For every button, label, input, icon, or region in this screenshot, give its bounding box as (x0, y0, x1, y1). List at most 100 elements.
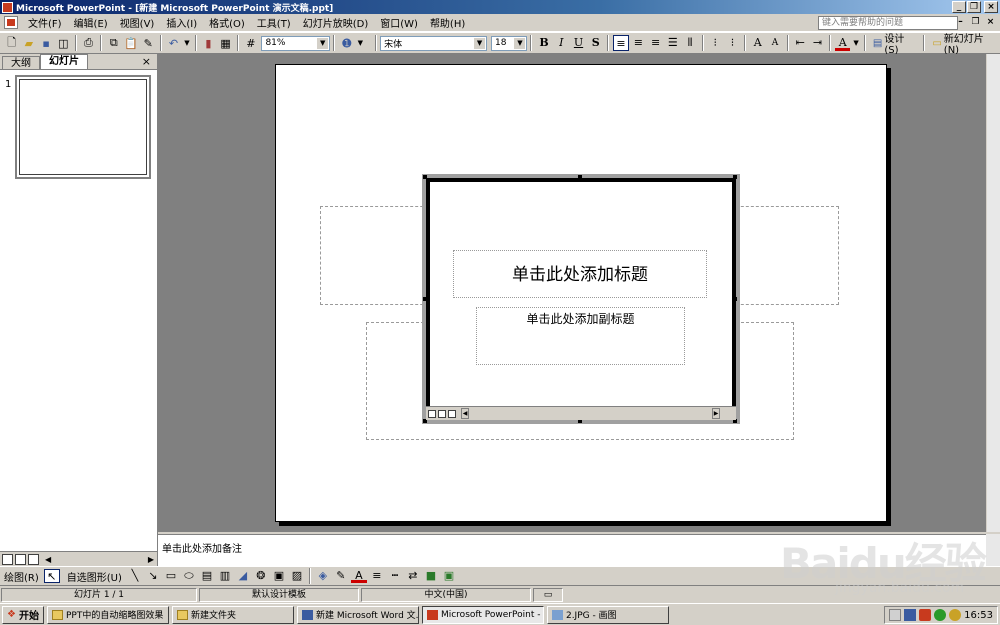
chevron-down-icon[interactable]: ▼ (474, 37, 486, 49)
menu-help[interactable]: 帮助(H) (424, 15, 471, 30)
align-left-icon[interactable]: ≡ (613, 35, 629, 51)
oval-icon[interactable]: ⬭ (181, 569, 197, 583)
menu-insert[interactable]: 插入(I) (160, 15, 203, 30)
resize-handle[interactable] (423, 175, 427, 179)
insert-table-icon[interactable]: ▦ (218, 35, 233, 51)
normal-view-icon[interactable] (428, 409, 436, 418)
diagram-icon[interactable]: ❂ (253, 569, 269, 583)
resize-handle[interactable] (733, 175, 737, 179)
numbering-icon[interactable]: ⁝ (708, 35, 723, 51)
fill-color-icon[interactable]: ◈ (315, 569, 331, 583)
wordart-icon[interactable]: ◢ (235, 569, 251, 583)
scroll-left-icon[interactable]: ◀ (45, 555, 51, 564)
picture-icon[interactable]: ▨ (289, 569, 305, 583)
taskbar-item-powerpoint[interactable]: Microsoft PowerPoint - [... (421, 605, 544, 624)
arrow-style-icon[interactable]: ⇄ (405, 569, 421, 583)
font-size-combo[interactable]: 18 ▼ (491, 35, 528, 51)
undo-icon[interactable]: ↶ (166, 35, 181, 51)
line-style-icon[interactable]: ≡ (369, 569, 385, 583)
security-icon[interactable] (919, 609, 932, 621)
close-button[interactable]: × (984, 1, 998, 13)
taskbar-item-paint[interactable]: 2.JPG - 画图 (546, 605, 669, 624)
taskbar-item-new-folder[interactable]: 新建文件夹 (171, 605, 294, 624)
font-color-icon[interactable]: A (835, 35, 851, 51)
decrease-font-icon[interactable]: A (767, 35, 782, 51)
slide-sorter-view-icon[interactable] (438, 409, 446, 418)
powerpoint-app-icon[interactable] (2, 1, 13, 13)
doc-minimize-button[interactable]: – (954, 16, 967, 28)
new-icon[interactable]: 🗋 (4, 35, 19, 51)
font-color-dropdown-icon[interactable]: ▼ (852, 35, 860, 51)
subtitle-placeholder[interactable]: 单击此处添加副标题 (476, 307, 685, 365)
design-button[interactable]: ▤ 设计(S) (873, 30, 916, 56)
line-color-icon[interactable]: ✎ (333, 569, 349, 583)
tab-outline[interactable]: 大纲 (2, 56, 40, 69)
menu-view[interactable]: 视图(V) (114, 15, 161, 30)
template-name[interactable]: 默认设计模板 (199, 587, 359, 602)
shadow-style-icon[interactable]: ■ (423, 569, 439, 583)
rectangle-icon[interactable]: ▭ (163, 569, 179, 583)
underline-button[interactable]: U (571, 35, 586, 51)
open-icon[interactable]: ▰ (21, 35, 36, 51)
permission-icon[interactable]: ◫ (56, 35, 71, 51)
decrease-indent-icon[interactable]: ⇤ (793, 35, 808, 51)
autoshapes-menu[interactable]: 自选图形(U) (67, 569, 122, 584)
menu-tools[interactable]: 工具(T) (251, 15, 297, 30)
tab-slides[interactable]: 幻灯片 (40, 54, 88, 69)
bold-button[interactable]: B (536, 35, 551, 51)
scroll-right-icon[interactable]: ▶ (712, 408, 720, 419)
dash-style-icon[interactable]: ┅ (387, 569, 403, 583)
help-icon[interactable]: ➊ (339, 35, 354, 51)
align-center-icon[interactable]: ≡ (631, 35, 646, 51)
zoom-combo[interactable]: 81% ▼ (261, 35, 331, 51)
italic-button[interactable]: I (554, 35, 569, 51)
network-icon[interactable] (904, 609, 917, 621)
align-right-icon[interactable]: ≡ (648, 35, 663, 51)
normal-view-icon[interactable] (2, 553, 13, 565)
font-name-combo[interactable]: 宋体 ▼ (380, 35, 488, 51)
insert-chart-icon[interactable]: ▮ (201, 35, 216, 51)
resize-handle[interactable] (578, 175, 582, 179)
vertical-scrollbar[interactable] (986, 54, 1000, 532)
menu-file[interactable]: 文件(F) (22, 15, 68, 30)
minimize-button[interactable]: _ (952, 1, 966, 13)
arrow-icon[interactable]: ↘ (145, 569, 161, 583)
increase-font-icon[interactable]: A (750, 35, 765, 51)
restore-button[interactable]: ❐ (967, 1, 981, 13)
chevron-down-icon[interactable]: ▼ (317, 37, 329, 49)
print-icon[interactable]: ⎙ (81, 35, 96, 51)
doc-close-button[interactable]: × (984, 16, 997, 28)
resize-handle[interactable] (733, 297, 737, 301)
resize-handle[interactable] (423, 297, 427, 301)
start-button[interactable]: ❖ 开始 (2, 605, 44, 624)
ime-icon[interactable] (889, 609, 902, 621)
taskbar-item-word[interactable]: 新建 Microsoft Word 文... (296, 605, 419, 624)
slide-sorter-view-icon[interactable] (15, 553, 26, 565)
shadow-button[interactable]: S (588, 35, 603, 51)
document-icon[interactable] (4, 16, 18, 29)
bullets-icon[interactable]: ⁝ (725, 35, 740, 51)
menu-edit[interactable]: 编辑(E) (68, 15, 114, 30)
menu-format[interactable]: 格式(O) (203, 15, 251, 30)
distribute-icon[interactable]: ⫴ (682, 35, 697, 51)
slide-thumbnail[interactable] (15, 75, 151, 179)
close-icon[interactable]: × (142, 55, 151, 68)
menu-window[interactable]: 窗口(W) (374, 15, 424, 30)
new-slide-button[interactable]: ▭ 新幻灯片(N) (932, 30, 996, 56)
update-icon[interactable] (934, 609, 947, 621)
clipart-icon[interactable]: ▣ (271, 569, 287, 583)
volume-icon[interactable] (949, 609, 962, 621)
save-icon[interactable]: ▪ (38, 35, 53, 51)
help-question-input[interactable]: 键入需要帮助的问题 (818, 16, 958, 30)
increase-indent-icon[interactable]: ⇥ (810, 35, 825, 51)
slideshow-view-icon[interactable] (28, 553, 39, 565)
scroll-left-icon[interactable]: ◀ (461, 408, 469, 419)
format-painter-icon[interactable]: ✎ (141, 35, 156, 51)
line-icon[interactable]: ╲ (127, 569, 143, 583)
title-placeholder[interactable]: 单击此处添加标题 (453, 250, 707, 298)
slideshow-view-icon[interactable] (448, 409, 456, 418)
undo-dropdown-icon[interactable]: ▼ (183, 35, 191, 51)
taskbar-item-ppt-folder[interactable]: PPT中的自动缩略图效果 (46, 605, 169, 624)
3d-style-icon[interactable]: ▣ (441, 569, 457, 583)
draw-menu[interactable]: 绘图(R) (4, 569, 39, 584)
